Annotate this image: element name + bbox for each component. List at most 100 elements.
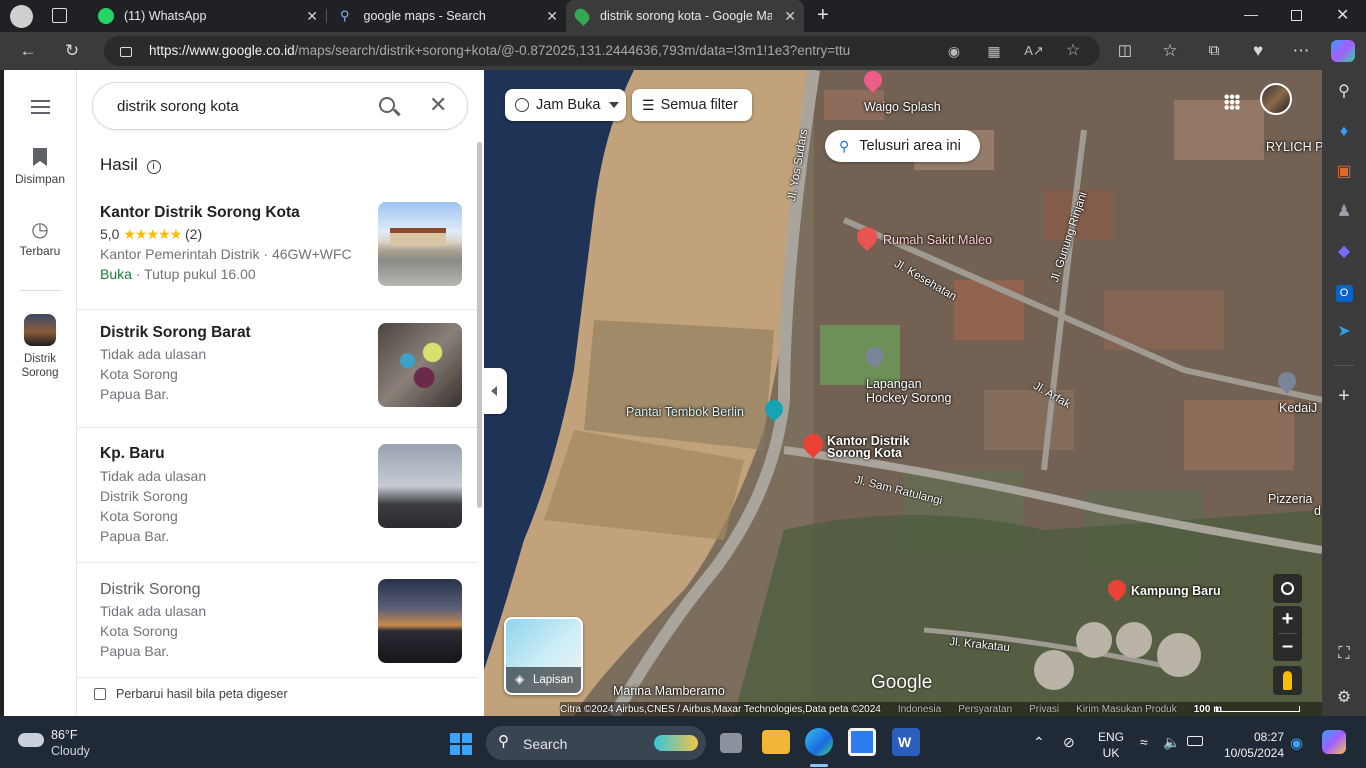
map-label[interactable]: Sorong Kota bbox=[827, 447, 902, 460]
volume-icon[interactable]: 🔈 bbox=[1163, 734, 1180, 751]
result-title[interactable]: Distrik Sorong bbox=[100, 581, 200, 599]
health-icon[interactable]: ♥ bbox=[1246, 39, 1270, 63]
new-tab-icon[interactable]: + bbox=[817, 4, 829, 27]
telegram-icon[interactable]: ➤ bbox=[1332, 320, 1356, 344]
clock[interactable]: 08:27 10/05/2024 bbox=[1220, 730, 1284, 760]
collections-icon[interactable]: ⧉ bbox=[1202, 39, 1226, 63]
map-label[interactable]: Rumah Sakit Maleo bbox=[883, 234, 992, 247]
result-item[interactable]: Kp. Baru Tidak ada ulasan Distrik Sorong… bbox=[77, 428, 477, 563]
close-icon[interactable]: ✕ bbox=[546, 8, 558, 25]
favorites-icon[interactable]: ☆ bbox=[1158, 39, 1182, 63]
restore-icon[interactable] bbox=[1291, 10, 1302, 21]
tracking-icon[interactable]: ◉ bbox=[942, 39, 966, 63]
info-icon[interactable]: i bbox=[146, 160, 161, 174]
result-title[interactable]: Distrik Sorong Barat bbox=[100, 324, 251, 342]
network-off-icon[interactable]: ⊘ bbox=[1063, 734, 1075, 751]
result-photo[interactable] bbox=[378, 323, 462, 407]
menu-icon[interactable] bbox=[31, 100, 50, 114]
map-label[interactable]: Lapangan bbox=[866, 378, 922, 391]
result-item[interactable]: Distrik Sorong Barat Tidak ada ulasan Ko… bbox=[77, 310, 477, 428]
close-icon[interactable]: ✕ bbox=[306, 8, 318, 25]
copilot-taskbar-icon[interactable] bbox=[1322, 730, 1346, 754]
result-photo[interactable] bbox=[378, 579, 462, 663]
map-label[interactable]: Pizzeria bbox=[1268, 493, 1312, 506]
link-privacy[interactable]: Privasi bbox=[1029, 704, 1059, 716]
favorite-star-icon[interactable]: ☆ bbox=[1061, 39, 1085, 63]
back-icon[interactable]: ← bbox=[16, 39, 40, 63]
result-photo[interactable] bbox=[378, 202, 462, 286]
apps-icon[interactable]: ▦ bbox=[982, 39, 1006, 63]
split-screen-icon[interactable]: ◫ bbox=[1113, 39, 1137, 63]
more-menu-icon[interactable]: ⋯ bbox=[1289, 39, 1313, 63]
task-view-icon[interactable] bbox=[720, 733, 742, 753]
map-label[interactable]: Marina Mamberamo bbox=[613, 685, 725, 698]
copilot-side-icon[interactable]: ◆ bbox=[1332, 240, 1356, 264]
taskbar-search[interactable]: ⚲ Search bbox=[486, 726, 706, 760]
tools-icon[interactable]: ▣ bbox=[1332, 160, 1356, 184]
map-label[interactable]: Waigo Splash bbox=[864, 101, 941, 114]
screenshot-icon[interactable]: ⛶ bbox=[1332, 642, 1356, 666]
result-title[interactable]: Kantor Distrik Sorong Kota bbox=[100, 204, 300, 222]
result-title[interactable]: Kp. Baru bbox=[100, 445, 165, 463]
collapse-panel-button[interactable] bbox=[484, 368, 507, 414]
games-icon[interactable]: ♟ bbox=[1332, 200, 1356, 224]
results-scrollbar[interactable] bbox=[477, 142, 482, 508]
battery-icon[interactable] bbox=[1187, 736, 1203, 746]
store-icon[interactable] bbox=[848, 728, 876, 756]
map-label[interactable]: RYLICH P bbox=[1266, 141, 1322, 154]
result-photo[interactable] bbox=[378, 444, 462, 528]
tab-actions-icon[interactable] bbox=[52, 8, 67, 23]
street-view-pegman[interactable] bbox=[1273, 666, 1302, 695]
search-this-area-button[interactable]: ⚲ Telusuri area ini bbox=[825, 130, 980, 162]
add-icon[interactable]: + bbox=[1332, 384, 1356, 408]
rail-recent[interactable]: ◷ Terbaru bbox=[4, 220, 76, 258]
link-feedback[interactable]: Kirim Masukan Produk bbox=[1076, 704, 1177, 716]
tag-icon[interactable]: ♦ bbox=[1332, 120, 1356, 144]
word-icon[interactable]: W bbox=[892, 728, 920, 756]
map-label[interactable]: KedaiJ bbox=[1279, 402, 1317, 415]
link-country[interactable]: Indonesia bbox=[898, 704, 941, 716]
file-explorer-icon[interactable] bbox=[762, 730, 790, 754]
open-hours-filter[interactable]: Jam Buka bbox=[505, 89, 626, 121]
show-hidden-icons[interactable]: ⌃ bbox=[1033, 734, 1045, 751]
google-apps-icon[interactable] bbox=[1224, 94, 1240, 110]
profile-avatar[interactable] bbox=[10, 5, 33, 28]
zoom-in-button[interactable]: + bbox=[1273, 606, 1302, 633]
clear-search-icon[interactable]: ✕ bbox=[429, 92, 447, 118]
search-icon[interactable]: ⚲ bbox=[1332, 80, 1356, 104]
update-results-checkbox[interactable]: Perbarui hasil bila peta digeser bbox=[94, 687, 288, 701]
map-label[interactable]: Pantai Tembok Berlin bbox=[626, 406, 744, 419]
link-terms[interactable]: Persyaratan bbox=[958, 704, 1012, 716]
edge-icon[interactable] bbox=[805, 728, 833, 756]
rail-saved[interactable]: Disimpan bbox=[4, 148, 76, 186]
language-indicator[interactable]: ENG UK bbox=[1098, 730, 1124, 760]
notification-bell-icon[interactable]: ◉ bbox=[1290, 734, 1303, 752]
tab-google-maps[interactable]: distrik sorong kota - Google Map ✕ bbox=[566, 0, 804, 32]
tab-google-search[interactable]: ⚲ google maps - Search ✕ bbox=[330, 0, 566, 32]
rail-recent-place[interactable]: Distrik Sorong bbox=[4, 314, 76, 380]
my-location-button[interactable] bbox=[1273, 574, 1302, 603]
all-filters-button[interactable]: ☰ Semua filter bbox=[632, 89, 752, 121]
map-label[interactable]: d bbox=[1314, 505, 1321, 518]
start-button[interactable] bbox=[450, 733, 472, 755]
read-aloud-icon[interactable]: A↗ bbox=[1022, 39, 1046, 63]
minimize-icon[interactable]: — bbox=[1244, 6, 1258, 22]
checkbox[interactable] bbox=[94, 688, 106, 700]
map-label[interactable]: Kampung Baru bbox=[1131, 585, 1221, 598]
satellite-map[interactable]: Jam Buka ☰ Semua filter ⚲ Telusuri area … bbox=[484, 70, 1322, 716]
search-input[interactable]: distrik sorong kota ✕ bbox=[92, 82, 468, 130]
close-window-icon[interactable]: ✕ bbox=[1336, 5, 1349, 25]
refresh-icon[interactable]: ↻ bbox=[60, 39, 84, 63]
close-icon[interactable]: ✕ bbox=[784, 8, 796, 25]
map-label[interactable]: Hockey Sorong bbox=[866, 392, 951, 405]
result-item[interactable]: Kantor Distrik Sorong Kota 5,0 ★★★★★ (2)… bbox=[77, 188, 477, 310]
wifi-icon[interactable]: ≈ bbox=[1140, 734, 1148, 750]
tab-whatsapp[interactable]: (11) WhatsApp ✕ bbox=[88, 0, 326, 32]
account-avatar[interactable] bbox=[1260, 83, 1292, 115]
settings-gear-icon[interactable]: ⚙ bbox=[1332, 686, 1356, 710]
copilot-icon[interactable] bbox=[1331, 40, 1355, 62]
layers-button[interactable]: ◈ Lapisan bbox=[504, 617, 583, 695]
result-item[interactable]: Distrik Sorong Tidak ada ulasan Kota Sor… bbox=[77, 563, 477, 678]
outlook-icon[interactable]: O bbox=[1332, 280, 1356, 304]
url-field[interactable]: https://www.google.co.id/maps/search/dis… bbox=[104, 36, 1100, 66]
